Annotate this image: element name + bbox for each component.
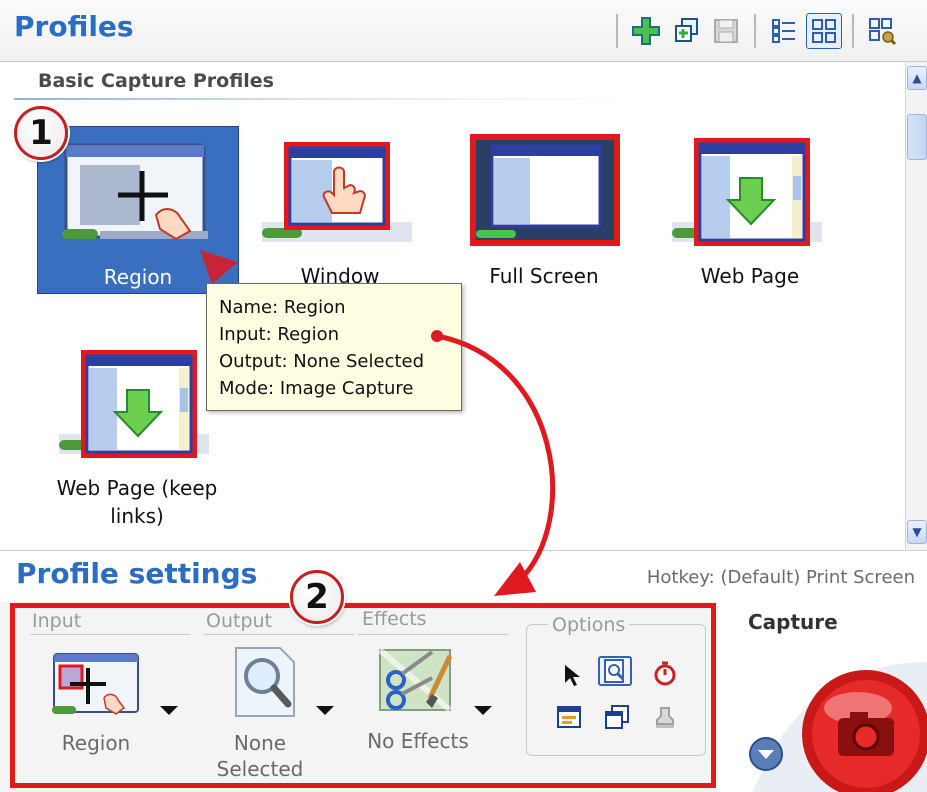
effects-dropdown-arrow[interactable] [474,706,492,715]
profile-label: Full Screen [489,264,599,288]
settings-title: Profile settings [16,557,258,590]
window-capture-toggle[interactable] [552,702,586,732]
callout-step-2: 2 [290,570,344,624]
profile-tile-window[interactable]: Window [240,126,440,296]
region-input-icon[interactable] [50,650,142,722]
profile-tooltip: Name: Region Input: Region Output: None … [206,283,462,411]
scroll-up-button[interactable]: ▲ [907,66,927,90]
full-screen-capture-icon [470,134,620,246]
multiple-windows-icon [605,705,629,729]
add-profile-button[interactable] [628,13,664,49]
toolbar-separator [852,14,854,48]
output-value-line1: None [233,731,287,755]
duplicate-profile-icon [675,18,698,42]
manage-profiles-icon [869,18,897,46]
window-capture-icon [262,142,412,242]
timer-icon [654,661,676,686]
effects-value: No Effects [367,729,469,753]
preview-toggle[interactable] [598,656,632,686]
group-divider [358,634,508,635]
duplicate-profile-button[interactable] [668,13,704,49]
hotkey-label: Hotkey: (Default) Print Screen [646,567,915,588]
details-view-icon [772,19,795,43]
preview-icon [604,659,625,683]
input-value: Region [61,731,131,755]
multiple-windows-toggle[interactable] [600,702,634,732]
scroll-thumb[interactable] [907,114,927,160]
stamp-toggle[interactable] [648,702,682,732]
toolbar [608,12,902,50]
chevron-down-icon: ▼ [912,525,922,539]
header-bar: Profiles [0,0,927,62]
output-dropdown-arrow[interactable] [316,706,334,715]
output-value: None Selected [190,730,330,782]
tooltip-output: Output: None Selected [219,351,425,372]
section-divider [14,98,634,100]
profiles-pane: Basic Capture Profiles Region Window Ful… [0,62,905,550]
tiles-view-icon [812,19,836,43]
toolbar-separator [754,14,756,48]
profiles-scrollbar[interactable]: ▲ ▼ [905,62,927,550]
settings-panel: Input Region Output None Selected Effect… [0,602,927,792]
options-group [526,624,706,756]
web-page-capture-icon [672,138,822,246]
details-view-button[interactable] [766,13,802,49]
settings-header: Profile settings Hotkey: (Default) Print… [0,550,927,602]
input-group-label: Input [32,610,82,632]
stamp-icon [656,707,674,728]
output-value-line2: Selected [216,757,304,781]
callout-step-1: 1 [14,106,68,160]
capture-area: Capture [718,602,927,792]
group-divider [204,634,354,635]
effects-group-label: Effects [362,608,427,630]
none-selected-output-icon[interactable] [220,646,312,718]
tiles-view-button[interactable] [806,13,842,49]
section-heading: Basic Capture Profiles [38,70,274,92]
scroll-down-button[interactable]: ▼ [907,520,927,544]
tooltip-name: Name: Region [219,297,346,318]
region-capture-icon [62,143,208,241]
profile-tile-web-page[interactable]: Web Page [650,126,850,296]
cursor-icon [565,665,580,686]
group-divider [30,634,190,635]
output-group-label: Output [206,610,272,632]
profile-tile-region[interactable]: Region [37,126,239,294]
save-profile-button[interactable] [708,13,744,49]
add-profile-icon [632,17,660,45]
options-group-label: Options [548,614,630,636]
input-dropdown-arrow[interactable] [160,706,178,715]
cursor-toggle[interactable] [554,660,588,690]
manage-profiles-button[interactable] [864,13,900,49]
capture-label: Capture [748,610,838,634]
timer-toggle[interactable] [648,658,682,688]
window-capture-icon [557,706,581,728]
toolbar-separator [616,14,618,48]
profile-label: Web Page (keep links) [56,476,218,528]
capture-button[interactable] [732,642,927,792]
chevron-up-icon: ▲ [912,71,922,85]
tooltip-input: Input: Region [219,324,340,345]
web-page-keep-links-icon [59,350,209,458]
profile-tile-full-screen[interactable]: Full Screen [444,126,644,296]
tooltip-mode: Mode: Image Capture [219,378,414,399]
profile-label: Web Page [700,264,800,288]
page-title: Profiles [14,10,134,43]
save-profile-icon [714,19,738,43]
effects-icon[interactable] [370,644,462,716]
